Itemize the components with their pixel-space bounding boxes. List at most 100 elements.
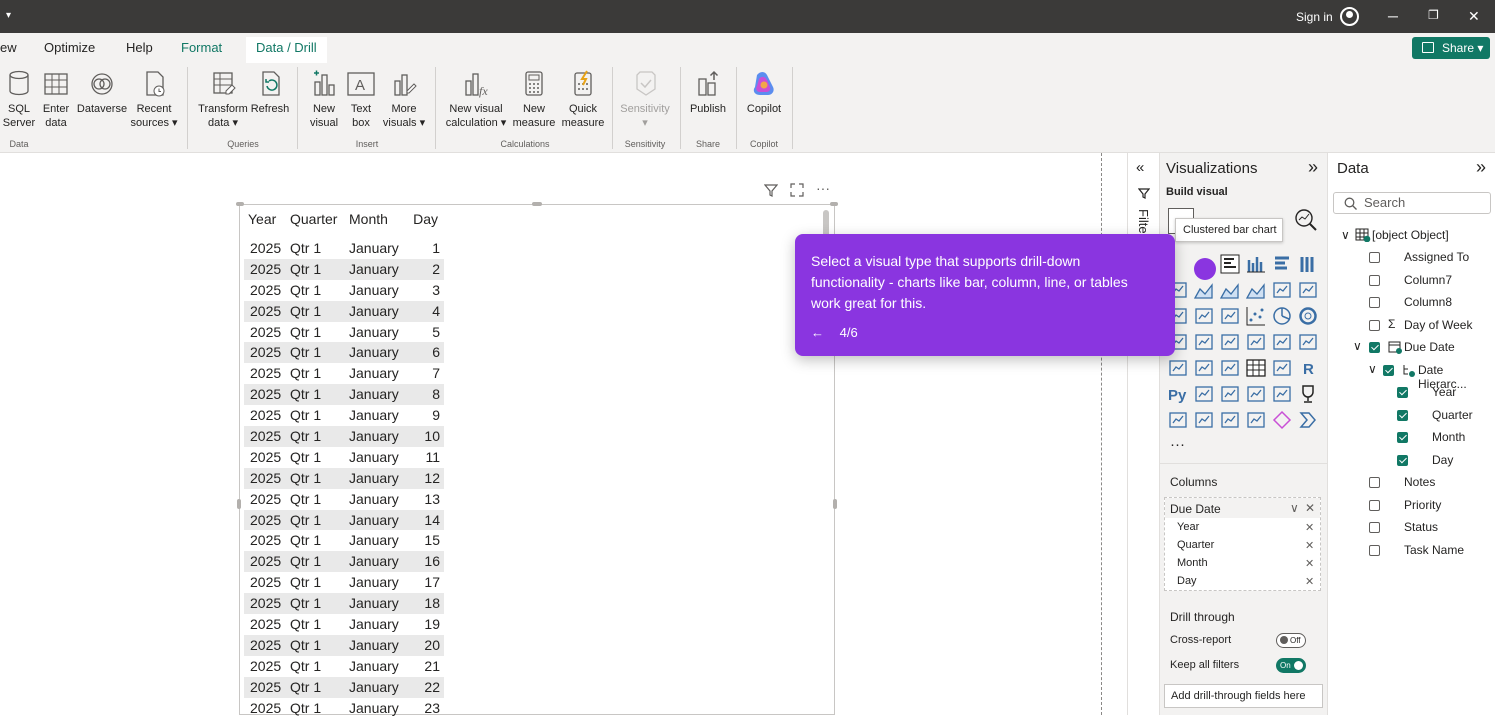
- table-row[interactable]: 2025 Qtr 1 January 17: [244, 572, 444, 593]
- clustered-bar-icon[interactable]: [1220, 254, 1240, 274]
- table-row[interactable]: 2025 Qtr 1 January 18: [244, 593, 444, 615]
- paginated-report-icon[interactable]: [1168, 410, 1188, 430]
- table-row[interactable]: 2025 Qtr 1 January 9: [244, 405, 444, 426]
- matrix-icon[interactable]: [1272, 358, 1292, 378]
- table-row[interactable]: 2025 Qtr 1 January 4: [244, 300, 444, 322]
- checkbox-status[interactable]: [1369, 522, 1380, 533]
- field-hier-month[interactable]: Month: [1432, 430, 1465, 444]
- clustered-column-icon[interactable]: [1246, 254, 1266, 274]
- remove-field-icon[interactable]: ✕: [1305, 557, 1314, 570]
- table-row[interactable]: 2025 Qtr 1 January 6: [244, 342, 444, 364]
- minimize-button[interactable]: ─: [1388, 8, 1398, 24]
- custom-visual-icon[interactable]: [1246, 410, 1266, 430]
- 100-area-icon[interactable]: [1245, 280, 1266, 300]
- checkbox-notes[interactable]: [1369, 477, 1380, 488]
- copilot-button[interactable]: Copilot: [742, 69, 786, 116]
- drill-through-drop-zone[interactable]: Add drill-through fields here: [1164, 684, 1323, 708]
- tab-help[interactable]: Help: [126, 40, 153, 55]
- expand-filters-icon[interactable]: «: [1136, 159, 1144, 176]
- field-priority[interactable]: Priority: [1404, 498, 1441, 512]
- table-name-task-management[interactable]: [object Object]: [1372, 228, 1449, 242]
- sensitivity-button[interactable]: Sensitivity ▾: [618, 69, 672, 130]
- qa-icon[interactable]: [1246, 384, 1266, 404]
- narrative-icon[interactable]: [1272, 384, 1292, 404]
- quick-measure-button[interactable]: Quick measure: [558, 69, 608, 130]
- more-visuals-button[interactable]: More visuals ▾: [380, 69, 428, 130]
- collapse-visualizations-icon[interactable]: »: [1308, 157, 1318, 178]
- back-arrow-icon[interactable]: ←: [811, 325, 824, 340]
- table-row[interactable]: 2025 Qtr 1 January 7: [244, 363, 444, 384]
- python-visual-icon[interactable]: Py: [1168, 384, 1188, 404]
- checkbox-hier-quarter[interactable]: [1397, 409, 1408, 421]
- table-row[interactable]: 2025 Qtr 1 January 11: [244, 447, 444, 468]
- header-quarter[interactable]: Quarter: [290, 211, 337, 227]
- multirow-card-icon[interactable]: [1168, 358, 1188, 378]
- checkbox-hier-year[interactable]: [1397, 387, 1408, 398]
- checkbox-day-of-week[interactable]: [1369, 319, 1380, 331]
- resize-handle-corner[interactable]: [830, 202, 838, 206]
- 100-stacked-column-icon[interactable]: [1298, 254, 1318, 274]
- checkbox-hier-day[interactable]: [1397, 454, 1408, 466]
- chevron-icon[interactable]: [1298, 410, 1318, 430]
- decomposition-tree-icon[interactable]: [1220, 384, 1240, 404]
- funnel-icon[interactable]: [1220, 306, 1240, 326]
- table-row[interactable]: 2025 Qtr 1 January 3: [244, 280, 444, 301]
- table-row[interactable]: 2025 Qtr 1 January 8: [244, 384, 444, 406]
- slicer-icon[interactable]: [1220, 358, 1240, 378]
- table-row[interactable]: 2025 Qtr 1 January 1: [244, 238, 444, 259]
- power-apps-icon[interactable]: [1194, 410, 1214, 430]
- donut-icon[interactable]: [1298, 306, 1318, 326]
- well-item-month[interactable]: Month: [1177, 557, 1208, 569]
- table-row[interactable]: 2025 Qtr 1 January 16: [244, 551, 444, 573]
- field-task-name[interactable]: Task Name: [1404, 543, 1464, 557]
- sql-server-button[interactable]: SQL Server: [2, 69, 36, 130]
- kpi-icon[interactable]: [1194, 358, 1214, 378]
- key-influencers-icon[interactable]: [1194, 384, 1214, 404]
- new-visual-button[interactable]: New visual: [306, 69, 342, 130]
- field-column7[interactable]: Column7: [1404, 273, 1452, 287]
- remove-field-icon[interactable]: ✕: [1305, 521, 1314, 534]
- waterfall-icon[interactable]: [1194, 306, 1214, 326]
- table-row[interactable]: 2025 Qtr 1 January 2: [244, 258, 444, 280]
- field-column8[interactable]: Column8: [1404, 295, 1452, 309]
- 100-stacked-bar-icon[interactable]: [1272, 254, 1292, 274]
- tab-format[interactable]: Format: [181, 40, 222, 55]
- expand-hierarchy-chevron-icon[interactable]: ∨: [1368, 362, 1377, 376]
- expand-due-date-chevron-icon[interactable]: ∨: [1353, 339, 1362, 353]
- chevron-down-icon[interactable]: ∨: [1290, 501, 1299, 515]
- well-item-day[interactable]: Day: [1177, 575, 1197, 587]
- table-icon[interactable]: [1246, 358, 1266, 378]
- remove-field-icon[interactable]: ✕: [1305, 575, 1314, 588]
- recent-sources-button[interactable]: Recent sources ▾: [128, 69, 180, 130]
- resize-handle-corner[interactable]: [236, 202, 244, 206]
- refresh-button[interactable]: Refresh: [250, 69, 290, 116]
- checkbox-hier-month[interactable]: [1397, 432, 1408, 443]
- share-button[interactable]: Share ▾: [1412, 37, 1490, 59]
- map-icon[interactable]: [1194, 332, 1214, 352]
- table-row[interactable]: 2025 Qtr 1 January 14: [244, 509, 444, 531]
- table-row[interactable]: 2025 Qtr 1 January 12: [244, 467, 444, 489]
- checkbox-due-date[interactable]: [1369, 342, 1380, 353]
- tab-optimize[interactable]: Optimize: [44, 40, 95, 55]
- field-date-hierarchy[interactable]: Date Hierarc...: [1418, 363, 1495, 391]
- more-options-icon[interactable]: ···: [816, 180, 830, 196]
- gauge-icon[interactable]: [1272, 332, 1292, 352]
- line-clustered-icon[interactable]: [1298, 280, 1318, 300]
- pie-icon[interactable]: [1272, 306, 1292, 326]
- table-row[interactable]: 2025 Qtr 1 January 21: [244, 656, 444, 677]
- columns-field-well[interactable]: Due Date ∨ ✕ Year ✕ Quarter ✕ Month ✕ Day ✕: [1164, 497, 1321, 591]
- r-visual-icon[interactable]: R: [1298, 358, 1318, 378]
- field-status[interactable]: Status: [1404, 520, 1438, 534]
- stacked-area-icon[interactable]: [1219, 280, 1240, 300]
- table-row[interactable]: 2025 Qtr 1 January 5: [244, 322, 444, 343]
- checkbox-column8[interactable]: [1369, 297, 1380, 308]
- guide-beacon[interactable]: [1194, 258, 1216, 280]
- collapse-data-icon[interactable]: »: [1476, 157, 1486, 178]
- field-due-date[interactable]: Due Date: [1170, 502, 1221, 516]
- scatter-icon[interactable]: [1246, 306, 1266, 326]
- line-column-icon[interactable]: [1272, 280, 1292, 300]
- table-row[interactable]: 2025 Qtr 1 January 10: [244, 426, 444, 447]
- keep-all-filters-toggle[interactable]: On: [1276, 658, 1306, 673]
- close-button[interactable]: ✕: [1468, 8, 1480, 25]
- focus-mode-icon[interactable]: [790, 183, 804, 200]
